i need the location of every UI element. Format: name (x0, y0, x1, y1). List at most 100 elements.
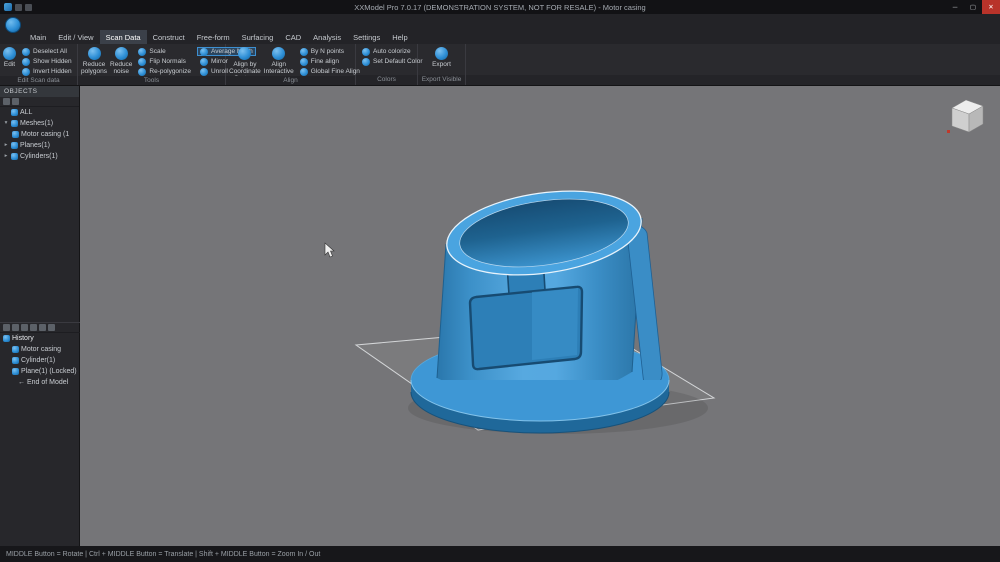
ribbon-group-tools: Reduce polygons Reduce noise Scale Flip … (78, 44, 226, 85)
scale-button[interactable]: Scale (135, 47, 194, 56)
invert-hidden-button[interactable]: Invert Hidden (19, 67, 75, 76)
window-title: XXModel Pro 7.0.17 (DEMONSTRATION SYSTEM… (130, 3, 870, 12)
scene-canvas (80, 86, 1000, 546)
unroll-icon (200, 68, 208, 76)
history-list-icon[interactable] (3, 324, 10, 331)
deselect-all-button[interactable]: Deselect All (19, 47, 75, 56)
skip-end-icon[interactable] (48, 324, 55, 331)
set-default-color-icon (362, 58, 370, 66)
menu-tab-surfacing[interactable]: Surfacing (236, 30, 280, 44)
menu-tab-edit-view[interactable]: Edit / View (52, 30, 99, 44)
edit-pencil-icon (3, 47, 16, 60)
history-item-plane-locked[interactable]: Plane(1) (Locked) (0, 366, 80, 377)
application-window: XXModel Pro 7.0.17 (DEMONSTRATION SYSTEM… (0, 0, 1000, 562)
expand-closed-icon[interactable]: ▸ (3, 151, 9, 162)
reduce-noise-button[interactable]: Reduce noise (110, 46, 132, 75)
menu-tab-scan-data[interactable]: Scan Data (100, 30, 147, 44)
axis-indicator-icon (947, 130, 950, 133)
history-toolbar (0, 322, 80, 333)
flip-normals-icon (138, 58, 146, 66)
ribbon: Edit Deselect All Show Hidden Invert Hid… (0, 44, 1000, 86)
export-button[interactable]: Export (425, 46, 459, 68)
reduce-polygons-button[interactable]: Reduce polygons (81, 46, 107, 75)
quick-access-icon[interactable] (15, 4, 22, 11)
align-coordinate-icon (238, 47, 251, 60)
auto-colorize-icon (362, 48, 370, 56)
cylinder-icon (11, 153, 18, 160)
menu-tab-analysis[interactable]: Analysis (307, 30, 347, 44)
all-objects-icon (11, 109, 18, 116)
mirror-icon (200, 58, 208, 66)
left-panel: OBJECTS ALL ▾ Meshes(1) Motor casing (1 … (0, 86, 80, 546)
invert-hidden-icon (22, 68, 30, 76)
group-label-tools: Tools (78, 76, 225, 85)
window-controls: ─ ▢ ✕ (870, 0, 1000, 14)
menu-tab-cad[interactable]: CAD (279, 30, 307, 44)
menu-tab-settings[interactable]: Settings (347, 30, 386, 44)
view-mode-icon[interactable] (12, 98, 19, 105)
minimize-button[interactable]: ─ (946, 0, 964, 14)
ribbon-group-colors: Auto colorize Set Default Color Colors (356, 44, 418, 85)
filter-icon[interactable] (3, 98, 10, 105)
quick-access-icon[interactable] (25, 4, 32, 11)
history-icon (3, 335, 10, 342)
repolygonize-button[interactable]: Re-polygonize (135, 67, 194, 76)
export-icon (435, 47, 448, 60)
menu-tabs: Main Edit / View Scan Data Construct Fre… (24, 30, 414, 44)
ribbon-group-export: Export Export Visible (418, 44, 466, 85)
history-item-end-of-model[interactable]: ← End of Model (0, 377, 80, 388)
skip-start-icon[interactable] (39, 324, 46, 331)
history-item-cylinder[interactable]: Cylinder(1) (0, 355, 80, 366)
tree-item-motor-casing[interactable]: Motor casing (1 (0, 129, 79, 140)
view-cube[interactable] (947, 100, 983, 133)
tree-item-meshes[interactable]: ▾ Meshes(1) (0, 118, 79, 129)
by-n-points-button[interactable]: By N points (297, 47, 363, 56)
fine-align-icon (300, 58, 308, 66)
set-default-color-button[interactable]: Set Default Color (359, 57, 426, 66)
plane-icon (11, 142, 18, 149)
menu-tab-main[interactable]: Main (24, 30, 52, 44)
history-item-motor-casing[interactable]: Motor casing (0, 344, 80, 355)
menu-bar: Main Edit / View Scan Data Construct Fre… (0, 14, 1000, 44)
step-back-icon[interactable] (21, 324, 28, 331)
step-forward-icon[interactable] (30, 324, 37, 331)
group-label-export-visible: Export Visible (418, 75, 465, 85)
global-fine-align-button[interactable]: Global Fine Align (297, 67, 363, 76)
edit-button[interactable]: Edit (3, 46, 16, 68)
mouse-cursor-icon (325, 243, 334, 257)
maximize-button[interactable]: ▢ (964, 0, 982, 14)
history-panel: History Motor casing Cylinder(1) Plane(1… (0, 322, 80, 388)
group-label-align: Align (226, 76, 355, 85)
by-n-points-icon (300, 48, 308, 56)
expand-closed-icon[interactable]: ▸ (3, 140, 9, 151)
objects-panel-header: OBJECTS (0, 86, 79, 97)
deselect-all-icon (22, 48, 30, 56)
repolygonize-icon (138, 68, 146, 76)
history-header-row[interactable]: History (0, 333, 80, 344)
auto-colorize-button[interactable]: Auto colorize (359, 47, 426, 56)
group-label-edit-scan-data: Edit Scan data (0, 76, 77, 85)
reduce-noise-icon (115, 47, 128, 60)
align-interactive-button[interactable]: Align Interactive (264, 46, 294, 75)
tree-item-cylinders[interactable]: ▸ Cylinders(1) (0, 151, 79, 162)
reduce-polygons-icon (88, 47, 101, 60)
motor-casing-model[interactable] (411, 180, 669, 433)
menu-tab-help[interactable]: Help (386, 30, 413, 44)
menu-tab-free-form[interactable]: Free-form (191, 30, 236, 44)
tree-item-all[interactable]: ALL (0, 107, 79, 118)
flip-normals-button[interactable]: Flip Normals (135, 57, 194, 66)
show-hidden-button[interactable]: Show Hidden (19, 57, 75, 66)
ribbon-group-align: Align by Coordinate System Align Interac… (226, 44, 356, 85)
average-mesh-icon (200, 48, 208, 56)
objects-toolbar (0, 97, 79, 107)
tree-item-planes[interactable]: ▸ Planes(1) (0, 140, 79, 151)
objects-tree: ALL ▾ Meshes(1) Motor casing (1 ▸ Planes… (0, 107, 79, 162)
app-logo-icon[interactable] (5, 17, 21, 33)
expand-open-icon[interactable]: ▾ (3, 118, 9, 129)
menu-tab-construct[interactable]: Construct (147, 30, 191, 44)
mouse-hints-text: MIDDLE Button = Rotate | Ctrl + MIDDLE B… (6, 551, 320, 558)
fine-align-button[interactable]: Fine align (297, 57, 363, 66)
close-button[interactable]: ✕ (982, 0, 1000, 14)
history-tree-icon[interactable] (12, 324, 19, 331)
viewport-3d[interactable] (80, 86, 1000, 546)
